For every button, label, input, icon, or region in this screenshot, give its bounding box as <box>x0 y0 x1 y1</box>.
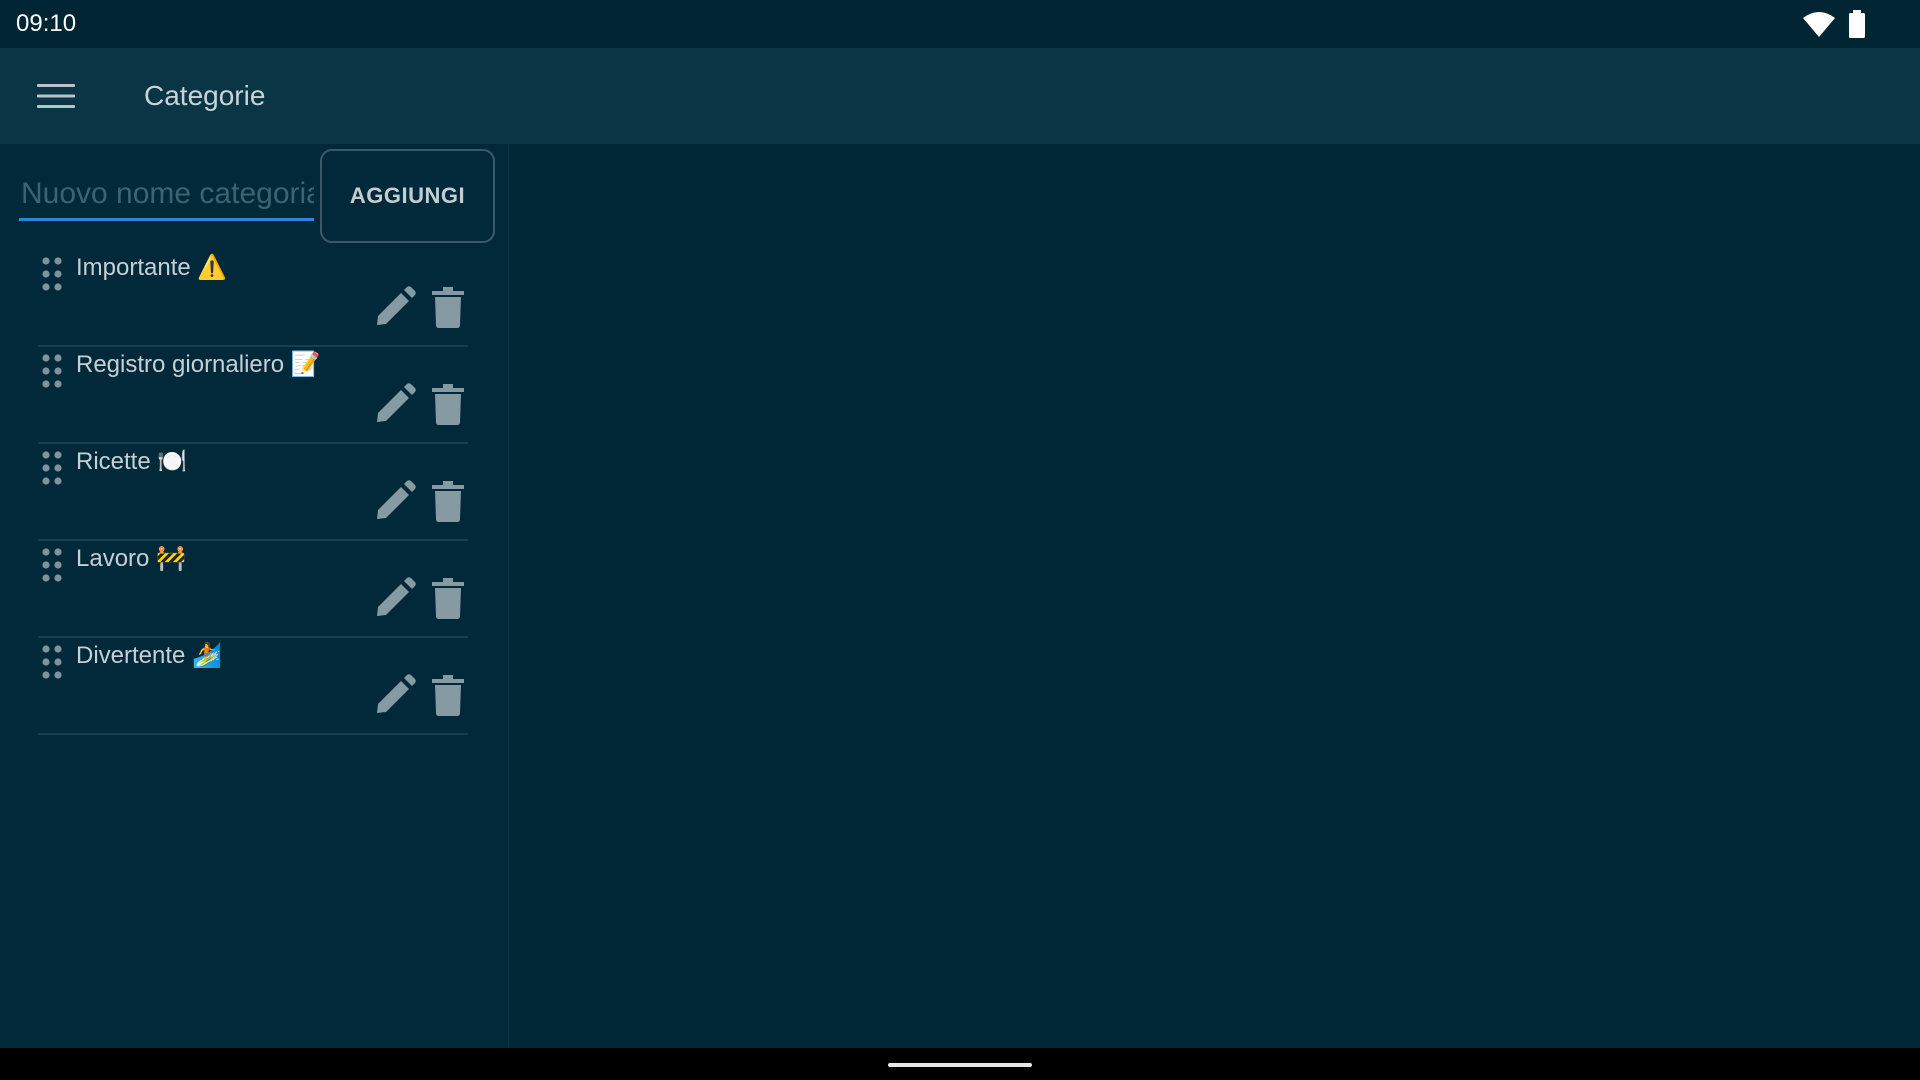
drag-handle-icon[interactable] <box>40 256 64 292</box>
drag-handle-icon[interactable] <box>40 353 64 389</box>
add-category-button[interactable]: AGGIUNGI <box>320 149 495 243</box>
edit-pencil-icon[interactable] <box>374 577 416 619</box>
trash-icon[interactable] <box>432 383 464 425</box>
category-row: Importante ⚠️ <box>38 248 468 347</box>
app-root: 09:10 Categorie AGGIUNGI Importante ⚠️ <box>0 0 1920 1080</box>
drag-handle-icon[interactable] <box>40 547 64 583</box>
status-bar: 09:10 <box>0 0 1920 48</box>
trash-icon[interactable] <box>432 286 464 328</box>
category-name: Ricette 🍽️ <box>76 448 188 475</box>
category-name: Registro giornaliero 📝 <box>76 351 321 378</box>
drag-handle-icon[interactable] <box>40 644 64 680</box>
edit-pencil-icon[interactable] <box>374 480 416 522</box>
category-name: Lavoro 🚧 <box>76 545 186 572</box>
navigation-bar <box>0 1048 1920 1080</box>
trash-icon[interactable] <box>432 577 464 619</box>
menu-icon[interactable] <box>32 76 80 116</box>
edit-pencil-icon[interactable] <box>374 674 416 716</box>
page-title: Categorie <box>144 80 266 111</box>
trash-icon[interactable] <box>432 674 464 716</box>
edit-pencil-icon[interactable] <box>374 383 416 425</box>
app-bar: Categorie <box>0 48 1920 144</box>
category-row: Registro giornaliero 📝 <box>38 345 468 444</box>
drag-handle-icon[interactable] <box>40 450 64 486</box>
wifi-icon <box>1803 12 1835 37</box>
category-name: Divertente 🏄 <box>76 642 222 669</box>
trash-icon[interactable] <box>432 480 464 522</box>
category-row: Lavoro 🚧 <box>38 539 468 638</box>
categories-panel: AGGIUNGI Importante ⚠️ <box>0 144 509 1048</box>
category-name: Importante ⚠️ <box>76 254 228 281</box>
category-row: Divertente 🏄 <box>38 636 468 735</box>
battery-icon <box>1849 10 1865 38</box>
status-time: 09:10 <box>16 10 77 37</box>
edit-pencil-icon[interactable] <box>374 286 416 328</box>
category-row: Ricette 🍽️ <box>38 442 468 541</box>
new-category-input[interactable] <box>19 170 314 221</box>
home-indicator[interactable] <box>888 1063 1032 1067</box>
